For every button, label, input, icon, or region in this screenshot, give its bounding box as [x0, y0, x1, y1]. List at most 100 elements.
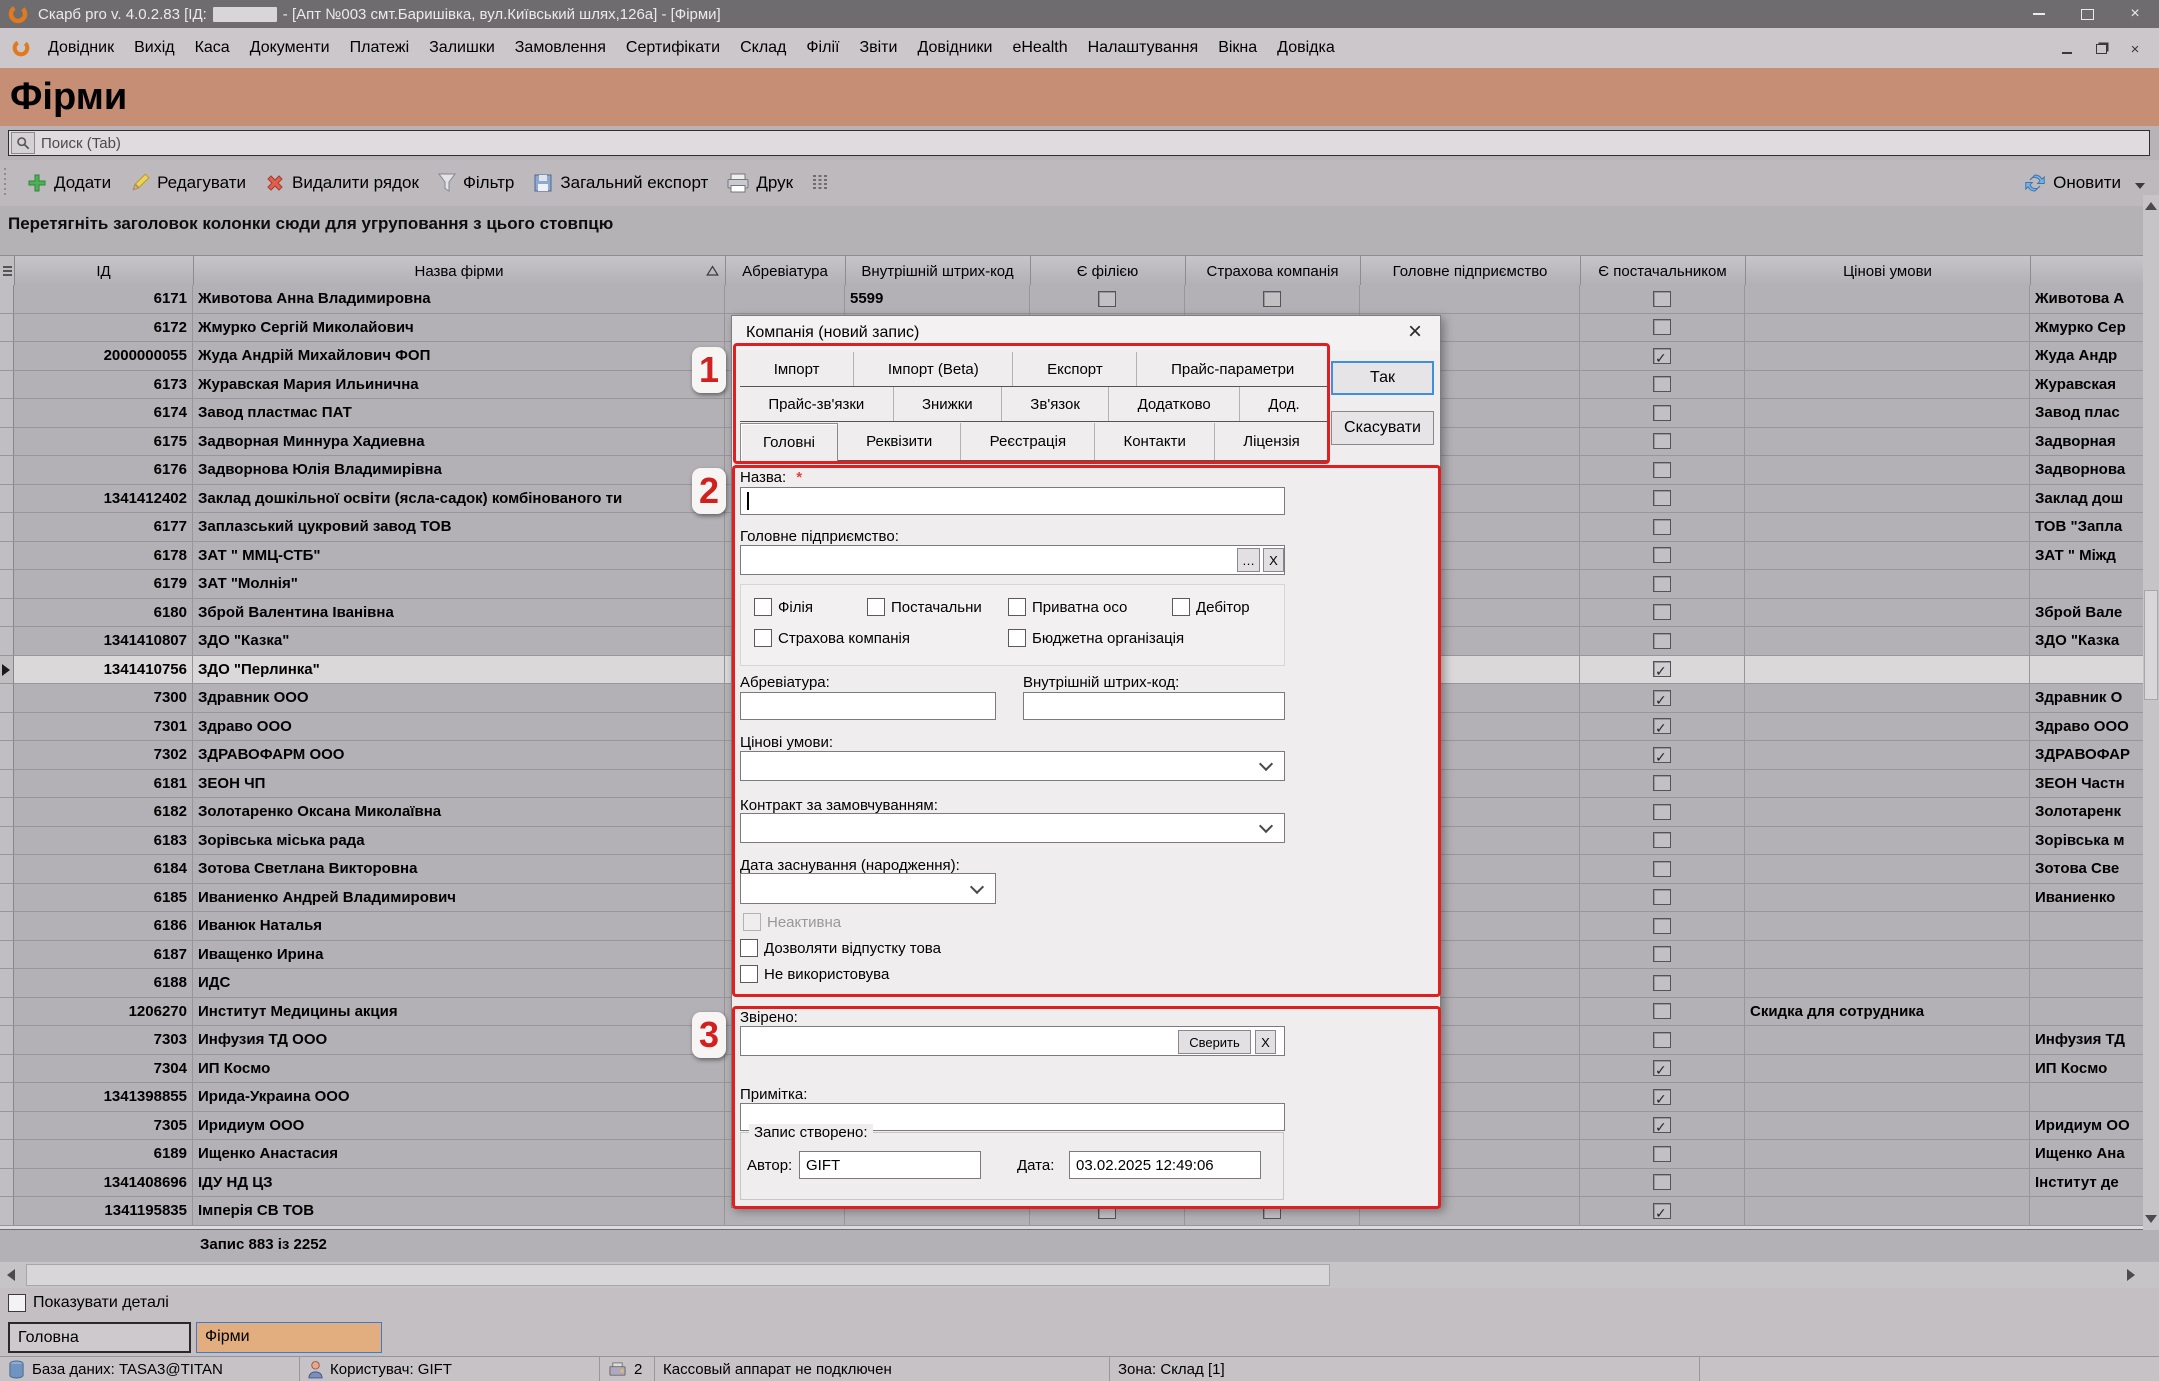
scroll-right-icon[interactable] [2120, 1264, 2142, 1286]
debtor-checkbox-field[interactable]: Дебітор [1172, 598, 1250, 616]
refresh-button[interactable]: Оновити [2023, 172, 2159, 194]
default-contract-select[interactable] [740, 813, 1285, 843]
not-use-checkbox-field[interactable]: Не використовува [740, 965, 889, 983]
menu-zvity[interactable]: Звіти [849, 28, 907, 68]
add-button[interactable]: Додати [17, 164, 120, 202]
header-is-branch[interactable]: Є філією [1030, 256, 1186, 286]
toolbar-grip[interactable] [4, 168, 9, 198]
menu-sklad[interactable]: Склад [730, 28, 796, 68]
price-terms-select[interactable] [740, 751, 1285, 781]
header-name[interactable]: Назва фірми [193, 256, 726, 286]
dialog-tab[interactable]: Додатково [1109, 387, 1240, 421]
barcode-field[interactable] [1023, 692, 1285, 720]
tab-firms[interactable]: Фірми [196, 1322, 382, 1353]
refresh-dropdown-icon[interactable] [2135, 183, 2145, 189]
header-insurance[interactable]: Страхова компанія [1185, 256, 1361, 286]
title-bar: Скарб pro v. 4.0.2.83 [ІД: - [Апт №003 с… [0, 0, 2159, 28]
header-id[interactable]: ІД [14, 256, 194, 286]
menu-dovidnyky[interactable]: Довідники [907, 28, 1002, 68]
parent-company-field[interactable]: … X [740, 545, 1285, 575]
supplier-checkbox-field[interactable]: Постачальни [867, 598, 982, 616]
close-button[interactable]: × [2111, 0, 2159, 28]
mdi-minimize-button[interactable] [2057, 39, 2077, 57]
vertical-scrollbar[interactable] [2143, 195, 2159, 1230]
menu-zalyshky[interactable]: Залишки [419, 28, 505, 68]
scroll-up-icon[interactable] [2143, 195, 2159, 217]
author-field[interactable] [799, 1151, 981, 1179]
horizontal-scroll-thumb[interactable] [26, 1264, 1330, 1286]
search-input[interactable] [35, 135, 2149, 152]
mdi-restore-button[interactable] [2091, 39, 2111, 57]
verify-clear-button[interactable]: X [1255, 1030, 1276, 1054]
print-button[interactable]: Друк [717, 164, 802, 202]
menu-sertyfikaty[interactable]: Сертифікати [616, 28, 730, 68]
branch-checkbox-field[interactable]: Філія [754, 598, 813, 616]
abbreviation-field[interactable] [740, 692, 996, 720]
dialog-tab[interactable]: Головні [740, 423, 838, 461]
menu-dovidka[interactable]: Довідка [1267, 28, 1345, 68]
menu-vyhid[interactable]: Вихід [124, 28, 185, 68]
dialog-tab[interactable]: Контакти [1095, 423, 1215, 460]
dialog-tab[interactable]: Прайс-зв'язки [740, 387, 894, 421]
budget-org-checkbox-field[interactable]: Бюджетна організація [1008, 629, 1184, 647]
insurance-checkbox-field[interactable]: Страхова компанія [754, 629, 910, 647]
header-price-terms[interactable]: Цінові умови [1745, 256, 2031, 286]
browse-button[interactable]: … [1237, 548, 1260, 572]
scroll-left-icon[interactable] [0, 1264, 22, 1286]
menu-dovidnyk[interactable]: Довідник [38, 28, 124, 68]
founded-date-select[interactable] [740, 873, 996, 904]
edit-button[interactable]: Редагувати [120, 164, 255, 202]
menu-nalashtuvannya[interactable]: Налаштування [1078, 28, 1209, 68]
private-person-checkbox-field[interactable]: Приватна осо [1008, 598, 1127, 616]
header-parent-company[interactable]: Головне підприємство [1360, 256, 1581, 286]
dialog-tab[interactable]: Імпорт (Beta) [854, 352, 1013, 386]
dialog-tab[interactable]: Зв'язок [1002, 387, 1109, 421]
header-is-supplier[interactable]: Є постачальником [1580, 256, 1746, 286]
cell-is-supplier [1580, 1197, 1745, 1225]
vertical-scroll-thumb[interactable] [2144, 590, 2158, 700]
columns-button[interactable] [802, 164, 838, 202]
verify-button[interactable]: Сверить [1178, 1030, 1251, 1054]
ok-button[interactable]: Так [1331, 361, 1434, 395]
header-barcode[interactable]: Внутрішній штрих-код [845, 256, 1031, 286]
date-field[interactable] [1069, 1151, 1261, 1179]
scroll-down-icon[interactable] [2143, 1208, 2159, 1230]
dialog-tab[interactable]: Реєстрація [961, 423, 1095, 460]
dialog-tab[interactable]: Ліцензія [1215, 423, 1328, 460]
table-row[interactable]: 6171 Животова Анна Владимировна 5599 Жив… [0, 285, 2143, 314]
filter-button[interactable]: Фільтр [428, 164, 523, 202]
show-details-checkbox[interactable] [8, 1294, 26, 1312]
header-abbreviation[interactable]: Абревіатура [725, 256, 846, 286]
dialog-close-icon[interactable]: × [1400, 318, 1430, 348]
menu-vikna[interactable]: Вікна [1208, 28, 1267, 68]
dialog-tab[interactable]: Реквізити [838, 423, 961, 460]
menu-dokumenty[interactable]: Документи [240, 28, 340, 68]
menu-ehealth[interactable]: eHealth [1002, 28, 1077, 68]
header-extra[interactable] [2030, 256, 2143, 286]
cancel-button[interactable]: Скасувати [1331, 411, 1434, 445]
dialog-tab[interactable]: Імпорт [740, 352, 854, 386]
tab-home[interactable]: Головна [8, 1322, 191, 1353]
show-details-toggle[interactable]: Показувати деталі [8, 1294, 169, 1312]
cell-price-terms [1745, 513, 2030, 541]
menu-filii[interactable]: Філії [796, 28, 849, 68]
cell-insurance [1185, 285, 1360, 313]
menu-platezhi[interactable]: Платежі [340, 28, 420, 68]
delete-row-button[interactable]: Видалити рядок [255, 164, 428, 202]
verified-field[interactable]: Сверить X [740, 1026, 1285, 1056]
parent-clear-button[interactable]: X [1263, 548, 1284, 572]
menu-kasa[interactable]: Каса [185, 28, 240, 68]
menu-zamovlennya[interactable]: Замовлення [505, 28, 616, 68]
dialog-tab[interactable]: Прайс-параметри [1137, 352, 1328, 386]
export-button[interactable]: Загальний експорт [523, 164, 717, 202]
dialog-tab[interactable]: Експорт [1013, 352, 1137, 386]
search-box[interactable] [8, 130, 2150, 156]
horizontal-scrollbar[interactable] [0, 1262, 2159, 1288]
maximize-button[interactable] [2063, 0, 2111, 28]
dialog-tab[interactable]: Дод. [1240, 387, 1328, 421]
minimize-button[interactable] [2015, 0, 2063, 28]
name-field[interactable] [740, 487, 1285, 515]
mdi-close-button[interactable]: × [2125, 39, 2145, 57]
dialog-tab[interactable]: Знижки [894, 387, 1002, 421]
allow-dispense-checkbox-field[interactable]: Дозволяти відпустку това [740, 939, 941, 957]
